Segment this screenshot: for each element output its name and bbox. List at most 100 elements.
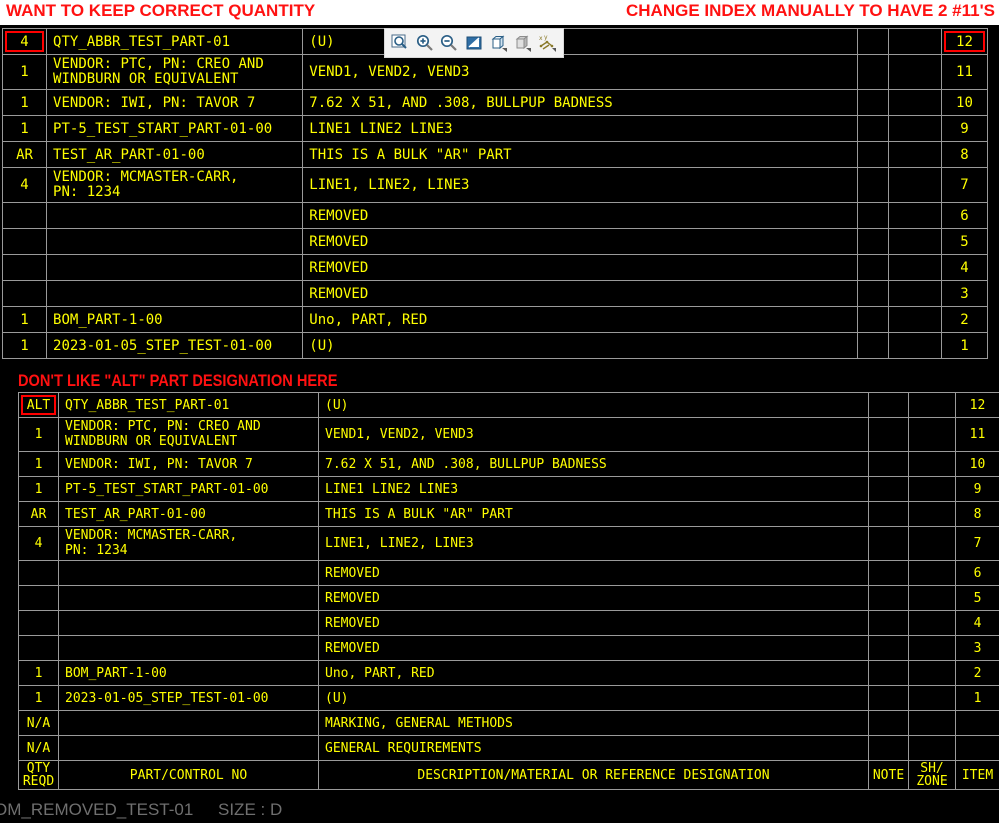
table-row[interactable]: REMOVED3 <box>19 636 999 661</box>
table-row[interactable]: 1BOM_PART-1-00Uno, PART, RED2 <box>19 661 999 686</box>
cell-note <box>857 281 888 307</box>
shaded-box-icon[interactable] <box>487 32 510 55</box>
cell-zone <box>888 229 941 255</box>
table-row[interactable]: REMOVED4 <box>3 255 988 281</box>
cell-qty: 1 <box>3 55 47 90</box>
zoom-in-icon[interactable] <box>414 32 437 55</box>
cell-note <box>857 55 888 90</box>
cell-note <box>857 142 888 168</box>
table-row[interactable]: 1PT-5_TEST_START_PART-01-00LINE1 LINE2 L… <box>19 477 999 502</box>
cell-qty <box>19 636 59 661</box>
table-row[interactable]: 1BOM_PART-1-00Uno, PART, RED2 <box>3 307 988 333</box>
cell-description: REMOVED <box>319 586 869 611</box>
cell-item: 2 <box>956 661 999 686</box>
cell-item: 6 <box>941 203 987 229</box>
cell-note <box>857 255 888 281</box>
cell-item: 3 <box>941 281 987 307</box>
cell-part-number <box>47 281 303 307</box>
cell-qty: 4 <box>3 29 47 55</box>
cell-item: 2 <box>941 307 987 333</box>
cell-part-number: PT-5_TEST_START_PART-01-00 <box>59 477 319 502</box>
cell-note <box>857 333 888 359</box>
shaded-closed-icon[interactable] <box>512 32 535 55</box>
cell-description: 7.62 X 51, AND .308, BULLPUP BADNESS <box>303 90 858 116</box>
table-row[interactable]: REMOVED5 <box>3 229 988 255</box>
cell-part-number: VENDOR: MCMASTER-CARR, PN: 1234 <box>47 168 303 203</box>
table-row[interactable]: REMOVED 3 <box>3 281 988 307</box>
cell-description: REMOVED <box>303 281 858 307</box>
cell-description: Uno, PART, RED <box>319 661 869 686</box>
cell-item: 10 <box>956 452 999 477</box>
table-row[interactable]: 4VENDOR: MCMASTER-CARR, PN: 1234LINE1, L… <box>19 527 999 561</box>
cell-qty <box>19 561 59 586</box>
cell-note <box>857 29 888 55</box>
cell-zone <box>909 393 956 418</box>
cell-part-number: QTY_ABBR_TEST_PART-01 <box>47 29 303 55</box>
cell-qty: 4 <box>3 168 47 203</box>
refit-icon[interactable] <box>463 32 486 55</box>
cell-note <box>869 393 909 418</box>
datum-display-icon[interactable]: x y <box>536 32 559 55</box>
cell-item: 7 <box>956 527 999 561</box>
header-item: ITEM <box>956 761 999 790</box>
table-row[interactable]: 4VENDOR: MCMASTER-CARR, PN: 1234LINE1, L… <box>3 168 988 203</box>
cell-note <box>857 229 888 255</box>
cell-note <box>869 711 909 736</box>
table-row[interactable]: N/A MARKING, GENERAL METHODS <box>19 711 999 736</box>
cell-note <box>869 527 909 561</box>
cell-part-number <box>59 711 319 736</box>
table-row[interactable]: 1VENDOR: PTC, PN: CREO AND WINDBURN OR E… <box>19 418 999 452</box>
cell-zone <box>888 281 941 307</box>
table-row[interactable]: ALTQTY_ABBR_TEST_PART-01(U)12 <box>19 393 999 418</box>
cell-qty <box>3 203 47 229</box>
annotation-change-index: CHANGE INDEX MANUALLY TO HAVE 2 #11'S <box>626 1 995 21</box>
table-row[interactable]: N/A GENERAL REQUIREMENTS <box>19 736 999 761</box>
cell-note <box>857 90 888 116</box>
table-row[interactable]: REMOVED6 <box>19 561 999 586</box>
table-row[interactable]: ARTEST_AR_PART-01-00THIS IS A BULK "AR" … <box>3 142 988 168</box>
cell-part-number <box>59 586 319 611</box>
table-row[interactable]: 12023-01-05_STEP_TEST-01-00(U)1 <box>19 686 999 711</box>
header-qty: QTY REQD <box>19 761 59 790</box>
cell-item: 4 <box>956 611 999 636</box>
annotation-keep-quantity: WANT TO KEEP CORRECT QUANTITY <box>6 1 315 21</box>
table-row[interactable]: 1VENDOR: IWI, PN: TAVOR 77.62 X 51, AND … <box>19 452 999 477</box>
table-row[interactable]: ARTEST_AR_PART-01-00THIS IS A BULK "AR" … <box>19 502 999 527</box>
zoom-out-icon[interactable] <box>438 32 461 55</box>
cell-part-number: BOM_PART-1-00 <box>47 307 303 333</box>
cell-description: (U) <box>319 686 869 711</box>
table-row[interactable]: REMOVED6 <box>3 203 988 229</box>
table-row[interactable]: REMOVED5 <box>19 586 999 611</box>
cell-qty: N/A <box>19 711 59 736</box>
table-row[interactable]: 1VENDOR: PTC, PN: CREO AND WINDBURN OR E… <box>3 55 988 90</box>
cell-description: (U) <box>303 333 858 359</box>
cell-qty: 1 <box>19 452 59 477</box>
zoom-area-icon[interactable] <box>389 32 412 55</box>
cell-qty <box>3 229 47 255</box>
cell-item: 12 <box>956 393 999 418</box>
cell-zone <box>909 636 956 661</box>
cell-qty: 1 <box>19 418 59 452</box>
cell-qty: 1 <box>19 686 59 711</box>
table-row[interactable]: 1PT-5_TEST_START_PART-01-00LINE1 LINE2 L… <box>3 116 988 142</box>
cell-description: MARKING, GENERAL METHODS <box>319 711 869 736</box>
cell-zone <box>888 307 941 333</box>
ghost-drawing-size: SIZE : D <box>218 800 282 820</box>
cell-part-number: VENDOR: PTC, PN: CREO AND WINDBURN OR EQ… <box>59 418 319 452</box>
table-row[interactable]: 1VENDOR: IWI, PN: TAVOR 77.62 X 51, AND … <box>3 90 988 116</box>
view-toolbar[interactable]: x y <box>384 28 564 58</box>
cell-qty: 1 <box>3 90 47 116</box>
table-row[interactable]: REMOVED4 <box>19 611 999 636</box>
cell-zone <box>909 502 956 527</box>
table-row[interactable]: 12023-01-05_STEP_TEST-01-00(U)1 <box>3 333 988 359</box>
cell-qty: N/A <box>19 736 59 761</box>
cell-zone <box>888 116 941 142</box>
cell-description: GENERAL REQUIREMENTS <box>319 736 869 761</box>
cell-part-number: TEST_AR_PART-01-00 <box>59 502 319 527</box>
cell-zone <box>909 452 956 477</box>
cell-zone <box>909 527 956 561</box>
cell-note <box>857 203 888 229</box>
cell-part-number: VENDOR: IWI, PN: TAVOR 7 <box>47 90 303 116</box>
cell-qty <box>3 281 47 307</box>
ghost-drawing-name: OM_REMOVED_TEST-01 <box>0 800 193 820</box>
